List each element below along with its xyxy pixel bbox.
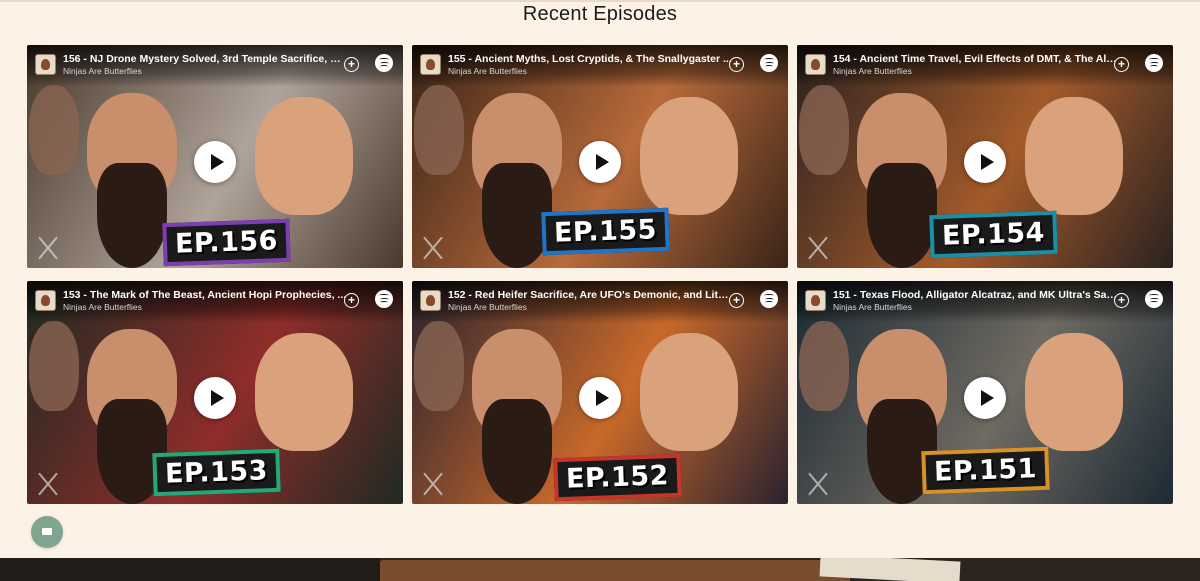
host-left-beard (867, 163, 937, 268)
episode-header: 155 - Ancient Myths, Lost Cryptids, & Th… (420, 53, 780, 81)
episode-header: 153 - The Mark of The Beast, Ancient Hop… (35, 289, 395, 317)
guest-image (29, 321, 79, 411)
add-to-library-icon[interactable]: + (1114, 293, 1129, 308)
episode-number-badge: EP.155 (541, 207, 670, 256)
episode-number-badge: EP.154 (929, 210, 1058, 259)
episode-header: 152 - Red Heifer Sacrifice, Are UFO's De… (420, 289, 780, 317)
host-right-image (1025, 97, 1123, 215)
guest-image (414, 321, 464, 411)
ninja-logo-icon (420, 470, 448, 496)
episode-title[interactable]: 155 - Ancient Myths, Lost Cryptids, & Th… (448, 53, 733, 66)
episode-card[interactable]: EP.151 151 - Texas Flood, Alligator Alca… (797, 281, 1173, 504)
play-icon[interactable] (579, 377, 621, 419)
podcast-logo-icon (805, 54, 826, 75)
spotify-icon[interactable] (375, 54, 393, 72)
episode-title[interactable]: 151 - Texas Flood, Alligator Alcatraz, a… (833, 289, 1118, 302)
add-to-library-icon[interactable]: + (1114, 57, 1129, 72)
podcast-logo-icon (420, 290, 441, 311)
episode-title[interactable]: 156 - NJ Drone Mystery Solved, 3rd Templ… (63, 53, 348, 66)
spotify-icon[interactable] (375, 290, 393, 308)
episode-card[interactable]: EP.155 155 - Ancient Myths, Lost Cryptid… (412, 45, 788, 268)
add-to-library-icon[interactable]: + (729, 57, 744, 72)
add-to-library-icon[interactable]: + (344, 57, 359, 72)
episode-card[interactable]: EP.152 152 - Red Heifer Sacrifice, Are U… (412, 281, 788, 504)
host-right-image (255, 97, 353, 215)
play-icon[interactable] (194, 377, 236, 419)
episode-title[interactable]: 153 - The Mark of The Beast, Ancient Hop… (63, 289, 348, 302)
spotify-icon[interactable] (760, 54, 778, 72)
ninja-logo-icon (805, 470, 833, 496)
spotify-icon[interactable] (760, 290, 778, 308)
episode-title[interactable]: 152 - Red Heifer Sacrifice, Are UFO's De… (448, 289, 733, 302)
podcast-logo-icon (805, 290, 826, 311)
guest-image (414, 85, 464, 175)
guest-image (29, 85, 79, 175)
host-right-image (640, 333, 738, 451)
host-right-image (1025, 333, 1123, 451)
guest-image (799, 321, 849, 411)
top-divider (0, 0, 1200, 2)
guest-image (799, 85, 849, 175)
episode-number-badge: EP.152 (553, 453, 682, 502)
podcast-logo-icon (420, 54, 441, 75)
episode-card[interactable]: EP.153 153 - The Mark of The Beast, Anci… (27, 281, 403, 504)
play-icon[interactable] (194, 141, 236, 183)
host-left-beard (97, 163, 167, 268)
play-icon[interactable] (964, 141, 1006, 183)
ninja-logo-icon (420, 234, 448, 260)
episode-header: 154 - Ancient Time Travel, Evil Effects … (805, 53, 1165, 81)
ninja-logo-icon (35, 470, 63, 496)
ninja-logo-icon (805, 234, 833, 260)
podcast-logo-icon (35, 290, 56, 311)
episode-title[interactable]: 154 - Ancient Time Travel, Evil Effects … (833, 53, 1118, 66)
section-title: Recent Episodes (522, 3, 678, 25)
play-icon[interactable] (964, 377, 1006, 419)
episode-header: 151 - Texas Flood, Alligator Alcatraz, a… (805, 289, 1165, 317)
host-right-image (640, 97, 738, 215)
episode-number-badge: EP.153 (152, 448, 281, 497)
podcast-logo-icon (35, 54, 56, 75)
host-left-beard (482, 399, 552, 504)
spotify-icon[interactable] (1145, 290, 1163, 308)
episode-card[interactable]: EP.156 156 - NJ Drone Mystery Solved, 3r… (27, 45, 403, 268)
chat-button[interactable] (31, 516, 63, 548)
host-right-image (255, 333, 353, 451)
spotify-icon[interactable] (1145, 54, 1163, 72)
episode-number-badge: EP.156 (162, 218, 291, 267)
footer-banner (0, 558, 1200, 581)
episode-header: 156 - NJ Drone Mystery Solved, 3rd Templ… (35, 53, 395, 81)
episodes-grid: EP.156 156 - NJ Drone Mystery Solved, 3r… (27, 45, 1173, 504)
play-icon[interactable] (579, 141, 621, 183)
episode-number-badge: EP.151 (921, 446, 1050, 495)
ninja-logo-icon (35, 234, 63, 260)
footer-shadow (0, 558, 380, 581)
footer-desk-image (380, 560, 850, 581)
add-to-library-icon[interactable]: + (729, 293, 744, 308)
add-to-library-icon[interactable]: + (344, 293, 359, 308)
episode-card[interactable]: EP.154 154 - Ancient Time Travel, Evil E… (797, 45, 1173, 268)
